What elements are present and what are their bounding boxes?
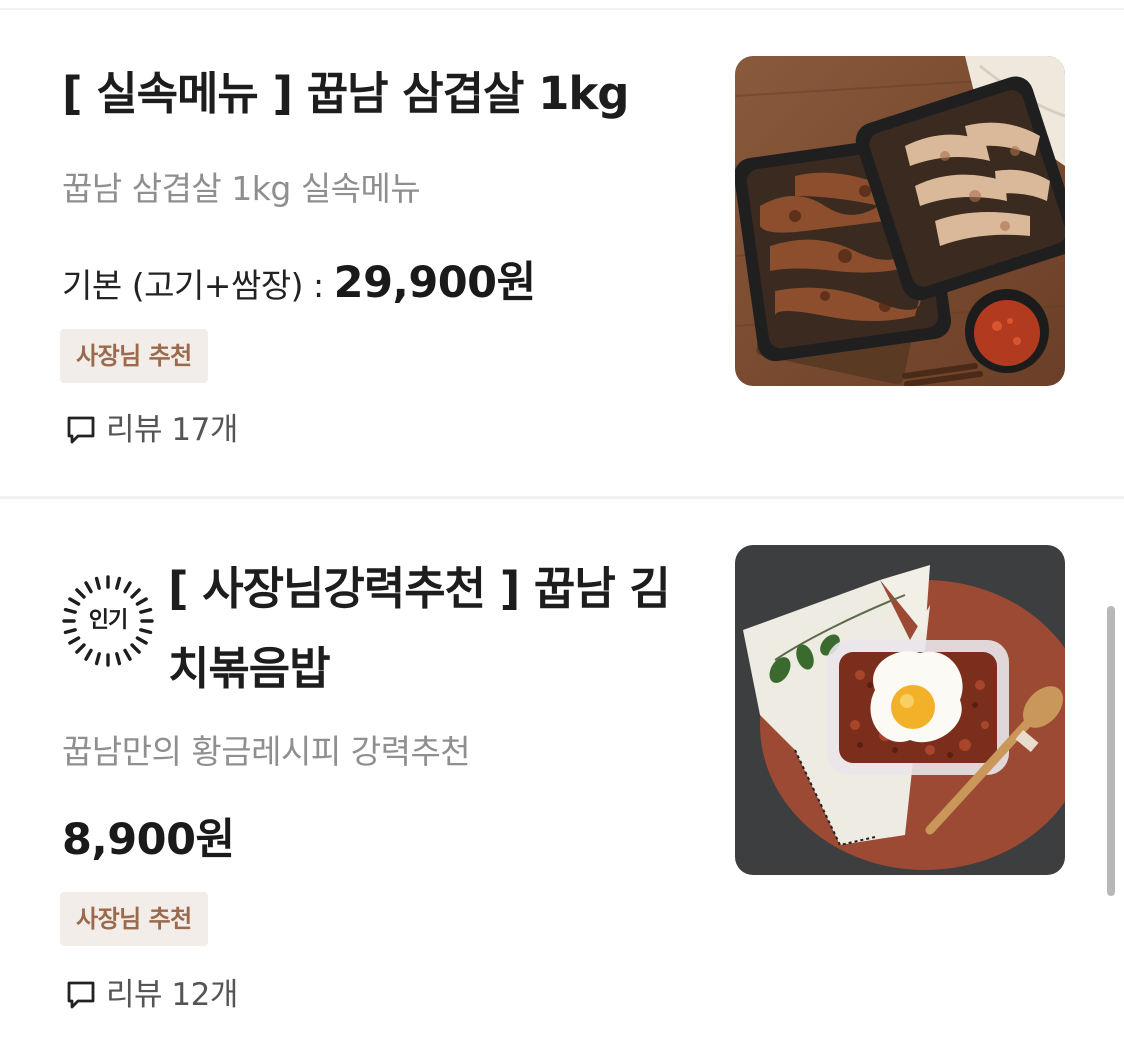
review-count-label: 리뷰 12개 [106, 977, 238, 1013]
price-row: 8,900원 [62, 805, 235, 867]
menu-item[interactable]: [ 실속메뉴 ] 꿉남 삼겹살 1kg 꿉남 삼겹살 1kg 실속메뉴 기본 (… [0, 10, 1124, 496]
menu-item-image[interactable] [735, 56, 1065, 386]
review-count[interactable]: 리뷰 12개 [64, 969, 238, 1014]
menu-item-image[interactable] [735, 545, 1065, 875]
pork-belly-image [735, 56, 1065, 386]
menu-item-price: 29,900원 [333, 258, 537, 308]
menu-item-price: 8,900원 [62, 815, 235, 865]
menu-item[interactable]: 인기 [ 사장님강력추천 ] 꿉남 김치볶음밥 꿉남만의 황금레시피 강력추천 … [0, 499, 1124, 1052]
menu-item-title: [ 실속메뉴 ] 꿉남 삼겹살 1kg [62, 67, 630, 120]
popular-badge: 인기 [60, 573, 156, 669]
scrollbar[interactable] [1107, 606, 1115, 896]
price-row: 기본 (고기+쌈장) : 29,900원 [62, 248, 536, 310]
speech-bubble-icon [67, 981, 95, 1009]
review-count-label: 리뷰 17개 [106, 412, 238, 448]
kimchi-fried-rice-image [735, 545, 1065, 875]
review-count[interactable]: 리뷰 17개 [64, 404, 238, 449]
owner-recommend-tag: 사장님 추천 [60, 329, 208, 383]
price-option-label: 기본 (고기+쌈장) : [62, 266, 334, 305]
speech-bubble-icon [67, 416, 95, 444]
owner-recommend-tag: 사장님 추천 [60, 892, 208, 946]
menu-item-description: 꿉남 삼겹살 1kg 실속메뉴 [62, 169, 421, 208]
menu-item-title: [ 사장님강력추천 ] 꿉남 김치볶음밥 [168, 562, 671, 695]
popular-badge-label: 인기 [88, 608, 128, 633]
menu-item-description: 꿉남만의 황금레시피 강력추천 [62, 732, 471, 771]
